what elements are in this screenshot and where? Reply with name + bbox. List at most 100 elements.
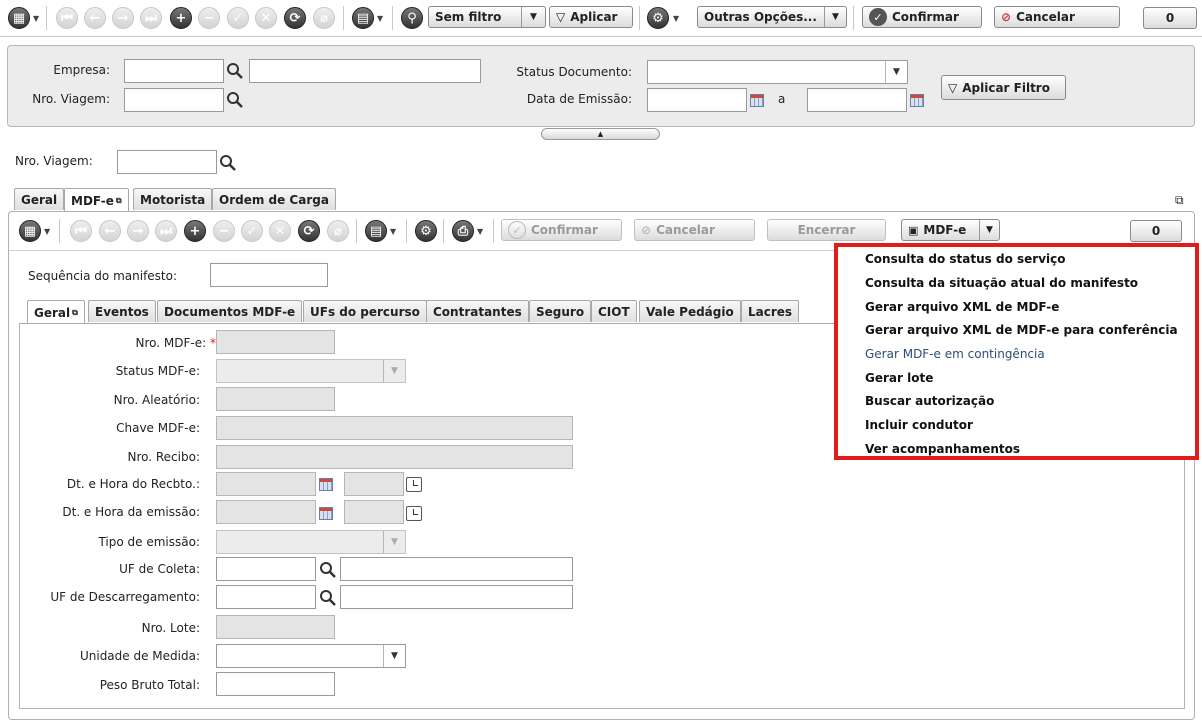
last-record-icon[interactable]: ⏭ bbox=[140, 7, 162, 29]
empresa-name-input[interactable] bbox=[249, 59, 481, 83]
emissao-start-input[interactable] bbox=[647, 88, 747, 112]
uf-coleta-code-input[interactable] bbox=[216, 557, 316, 581]
cancel-button[interactable]: ⊘ Cancelar bbox=[994, 6, 1120, 28]
print-icon[interactable]: ⎙ bbox=[452, 220, 474, 242]
emissao-end-input[interactable] bbox=[807, 88, 907, 112]
clock-icon[interactable] bbox=[406, 477, 422, 492]
popout-window-icon[interactable]: ⧉ bbox=[1175, 193, 1184, 208]
tab-geral[interactable]: Geral bbox=[14, 188, 65, 210]
subtab-lacres[interactable]: Lacres bbox=[741, 300, 800, 322]
calendar-icon[interactable] bbox=[910, 94, 924, 107]
next-record-icon[interactable]: → bbox=[127, 220, 149, 242]
grid-menu-icon[interactable]: ▦ bbox=[8, 7, 30, 29]
remove-icon[interactable]: − bbox=[213, 220, 235, 242]
uf-descarregamento-name-input[interactable] bbox=[340, 585, 573, 609]
chevron-down-icon[interactable]: ▼ bbox=[673, 14, 679, 23]
inner-confirm-button[interactable]: ✓ Confirmar bbox=[501, 219, 622, 241]
viagem-input[interactable] bbox=[117, 150, 217, 174]
search-icon[interactable] bbox=[226, 62, 244, 80]
viagem-filter-input[interactable] bbox=[124, 88, 224, 112]
dt-recebto-date-input[interactable] bbox=[216, 472, 316, 496]
nro-mdfe-input[interactable] bbox=[216, 330, 335, 354]
menu-item-consulta-situacao[interactable]: Consulta da situação atual do manifesto bbox=[865, 276, 1138, 290]
calendar-icon[interactable] bbox=[319, 478, 333, 491]
status-mdfe-select[interactable]: ▼ bbox=[216, 359, 406, 383]
subtab-ciot[interactable]: CIOT bbox=[591, 300, 637, 322]
first-record-icon[interactable]: ⏮ bbox=[70, 220, 92, 242]
menu-item-consulta-status[interactable]: Consulta do status do serviço bbox=[865, 252, 1066, 266]
menu-item-buscar-autorizacao[interactable]: Buscar autorização bbox=[865, 394, 994, 408]
uf-coleta-name-input[interactable] bbox=[340, 557, 573, 581]
calendar-icon[interactable] bbox=[319, 507, 333, 520]
mdfe-actions-button[interactable]: ▣ MDF-e ▼ bbox=[901, 219, 1000, 241]
chevron-down-icon[interactable]: ▼ bbox=[44, 227, 50, 236]
dt-recebto-time-input[interactable] bbox=[344, 472, 404, 496]
apply-filter-button[interactable]: ▽ Aplicar Filtro bbox=[941, 75, 1066, 100]
menu-item-incluir-condutor[interactable]: Incluir condutor bbox=[865, 418, 973, 432]
close-icon[interactable]: ✕ bbox=[255, 7, 277, 29]
popout-icon[interactable]: ⧉ bbox=[116, 196, 122, 206]
check-icon[interactable]: ✓ bbox=[227, 7, 249, 29]
collapse-panel-handle[interactable]: ▲ bbox=[541, 128, 660, 140]
document-menu-icon[interactable]: ▤ bbox=[352, 7, 374, 29]
subtab-eventos[interactable]: Eventos bbox=[88, 300, 156, 322]
inner-cancel-button[interactable]: ⊘ Cancelar bbox=[634, 219, 755, 241]
refresh-icon[interactable]: ⟳ bbox=[298, 220, 320, 242]
refresh-icon[interactable]: ⟳ bbox=[284, 7, 306, 29]
tab-ordem-carga[interactable]: Ordem de Carga bbox=[212, 188, 336, 210]
menu-item-ver-acompanhamentos[interactable]: Ver acompanhamentos bbox=[865, 442, 1020, 456]
subtab-vale-pedagio[interactable]: Vale Pedágio bbox=[639, 300, 741, 322]
empresa-code-input[interactable] bbox=[124, 59, 224, 83]
other-options-select[interactable]: Outras Opções... ▼ bbox=[697, 6, 847, 28]
remove-icon[interactable]: − bbox=[198, 7, 220, 29]
previous-record-icon[interactable]: ← bbox=[99, 220, 121, 242]
peso-bruto-input[interactable] bbox=[216, 672, 335, 696]
sequence-input[interactable] bbox=[210, 263, 328, 287]
confirm-button[interactable]: ✓ Confirmar bbox=[862, 6, 982, 28]
document-menu-icon[interactable]: ▤ bbox=[365, 220, 387, 242]
tab-mdfe[interactable]: MDF-e ⧉ bbox=[64, 188, 129, 212]
menu-item-gerar-contingencia[interactable]: Gerar MDF-e em contingência bbox=[865, 347, 1045, 361]
search-icon[interactable] bbox=[226, 91, 244, 109]
nro-aleatorio-input[interactable] bbox=[216, 387, 335, 411]
status-documento-select[interactable]: ▼ bbox=[647, 60, 908, 84]
filter-select[interactable]: Sem filtro ▼ bbox=[428, 6, 546, 28]
subtab-geral[interactable]: Geral ⧉ bbox=[27, 300, 85, 324]
apply-button[interactable]: ▽ Aplicar bbox=[549, 6, 633, 28]
tab-motorista[interactable]: Motorista bbox=[133, 188, 213, 210]
dt-emissao-time-input[interactable] bbox=[344, 500, 404, 524]
clock-icon[interactable] bbox=[406, 506, 422, 521]
search-icon[interactable] bbox=[319, 561, 337, 579]
close-mdfe-button[interactable]: Encerrar bbox=[767, 219, 886, 241]
add-icon[interactable]: + bbox=[170, 7, 192, 29]
chave-mdfe-input[interactable] bbox=[216, 416, 573, 440]
dt-emissao-date-input[interactable] bbox=[216, 500, 316, 524]
next-record-icon[interactable]: → bbox=[112, 7, 134, 29]
unidade-medida-select[interactable]: ▼ bbox=[216, 644, 406, 668]
tipo-emissao-select[interactable]: ▼ bbox=[216, 530, 406, 554]
add-icon[interactable]: + bbox=[184, 220, 206, 242]
nro-recibo-input[interactable] bbox=[216, 445, 573, 469]
menu-item-gerar-xml-conferencia[interactable]: Gerar arquivo XML de MDF-e para conferên… bbox=[865, 323, 1178, 337]
wrench-icon[interactable]: ⚙ bbox=[415, 220, 437, 242]
menu-item-gerar-lote[interactable]: Gerar lote bbox=[865, 371, 933, 385]
nro-lote-input[interactable] bbox=[216, 615, 335, 639]
chevron-down-icon[interactable]: ▼ bbox=[390, 227, 396, 236]
attach-icon[interactable]: ⌀ bbox=[327, 220, 349, 242]
chevron-down-icon[interactable]: ▼ bbox=[477, 227, 483, 236]
subtab-seguro[interactable]: Seguro bbox=[529, 300, 592, 322]
filter-icon[interactable]: ⚲ bbox=[401, 7, 423, 29]
subtab-contratantes[interactable]: Contratantes bbox=[426, 300, 529, 322]
uf-descarregamento-code-input[interactable] bbox=[216, 585, 316, 609]
chevron-down-icon[interactable]: ▼ bbox=[377, 14, 383, 23]
popout-icon[interactable]: ⧉ bbox=[72, 308, 78, 318]
search-icon[interactable] bbox=[219, 154, 237, 172]
search-icon[interactable] bbox=[319, 589, 337, 607]
first-record-icon[interactable]: ⏮ bbox=[56, 7, 78, 29]
subtab-ufs-percurso[interactable]: UFs do percurso bbox=[303, 300, 427, 322]
wrench-icon[interactable]: ⚙ bbox=[647, 7, 669, 29]
close-icon[interactable]: ✕ bbox=[269, 220, 291, 242]
grid-menu-icon[interactable]: ▦ bbox=[19, 220, 41, 242]
chevron-down-icon[interactable]: ▼ bbox=[33, 14, 39, 23]
menu-item-gerar-xml[interactable]: Gerar arquivo XML de MDF-e bbox=[865, 300, 1059, 314]
